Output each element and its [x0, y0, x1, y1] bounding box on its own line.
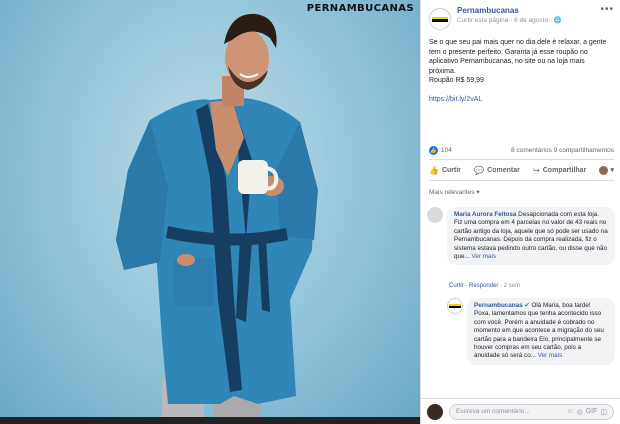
share-icon: ↪ — [533, 165, 540, 175]
page-avatar[interactable] — [429, 8, 451, 30]
reactions-count[interactable]: 104 — [441, 147, 452, 154]
reply-item: Pernambucanas ✔ Olá Maria, boa tarde! Po… — [447, 298, 615, 365]
comment-filter-dropdown[interactable]: Mais relevantes ▾ — [429, 188, 480, 196]
emoji-icon[interactable]: ☺ — [566, 408, 573, 416]
commenter-avatar[interactable] — [427, 207, 443, 223]
chevron-down-icon: ▾ — [610, 167, 614, 174]
comment-item: Maria Aurora Feitosa Desapcionada com es… — [427, 207, 615, 266]
comment-reply-link[interactable]: Responder — [469, 283, 498, 289]
reply-author[interactable]: Pernambucanas — [474, 302, 523, 309]
sticker-icon[interactable]: ◫ — [600, 408, 607, 416]
see-more-link[interactable]: Ver mais — [472, 253, 497, 260]
see-more-link[interactable]: Ver mais — [538, 352, 563, 359]
verified-icon: ✔ — [524, 302, 530, 309]
like-button[interactable]: 👍 Curtir — [429, 166, 461, 175]
globe-icon: 🌐 — [553, 17, 562, 24]
reply-page-avatar[interactable] — [447, 298, 463, 314]
gif-icon[interactable]: GIF — [586, 408, 598, 416]
camera-icon[interactable]: ◎ — [577, 408, 583, 416]
post-text: Se o que seu pai mais quer no dia dele é… — [429, 39, 607, 84]
comment-actions: Curtir · Responder · 2 sem — [449, 283, 521, 289]
post-side-panel: Pernambucanas Curtir esta página · 6 de … — [420, 0, 620, 424]
reaction-counts[interactable]: 👍 104 8 comentários 9 compartilhamentos — [429, 146, 614, 155]
reply-bubble: Pernambucanas ✔ Olá Maria, boa tarde! Po… — [467, 298, 615, 365]
page-name-link[interactable]: Pernambucanas — [457, 6, 600, 16]
more-options-icon[interactable]: ••• — [600, 4, 614, 15]
post-meta: Curtir esta página · 6 de agosto · 🌐 — [457, 17, 562, 24]
reply-greeting: Olá Maria, boa tarde! — [531, 302, 591, 309]
composer-tools: ☺ ◎ GIF ◫ — [566, 408, 607, 416]
brand-watermark: PERNAMBUCANAS — [306, 3, 414, 14]
avatar — [599, 165, 609, 175]
comments-shares-count[interactable]: 8 comentários 9 compartilhamentos — [511, 147, 614, 154]
share-as-selector[interactable]: ▾ — [599, 165, 614, 175]
comment-like-link[interactable]: Curtir — [449, 283, 464, 289]
comment-composer: Escreva um comentário... ☺ ◎ GIF ◫ — [421, 398, 620, 424]
avatar — [427, 403, 443, 420]
comment-author[interactable]: Maria Aurora Feitosa — [454, 211, 516, 218]
photo-illustration — [116, 13, 318, 424]
photo-bottom-bar — [0, 417, 420, 424]
post-header: Pernambucanas Curtir esta página · 6 de … — [421, 0, 620, 32]
like-reaction-icon: 👍 — [429, 146, 438, 155]
comment-icon: 💬 — [474, 165, 485, 175]
comment-input[interactable]: Escreva um comentário... ☺ ◎ GIF ◫ — [449, 403, 614, 420]
comment-time: 2 sem — [503, 283, 521, 289]
comment-bubble: Maria Aurora Feitosa Desapcionada com es… — [447, 207, 615, 266]
post-link[interactable]: https://bit.ly/2vAL — [421, 86, 620, 103]
post-actions-bar: 👍 Curtir 💬 Comentar ↪ Compartilhar ▾ — [429, 159, 614, 181]
comment-button[interactable]: 💬 Comentar — [474, 166, 520, 175]
post-photo[interactable]: PERNAMBUCANAS — [0, 0, 420, 424]
share-button[interactable]: ↪ Compartilhar — [533, 166, 586, 175]
price-text: Roupão R$ 59,99 — [429, 77, 484, 84]
thumbs-up-icon: 👍 — [429, 165, 439, 175]
